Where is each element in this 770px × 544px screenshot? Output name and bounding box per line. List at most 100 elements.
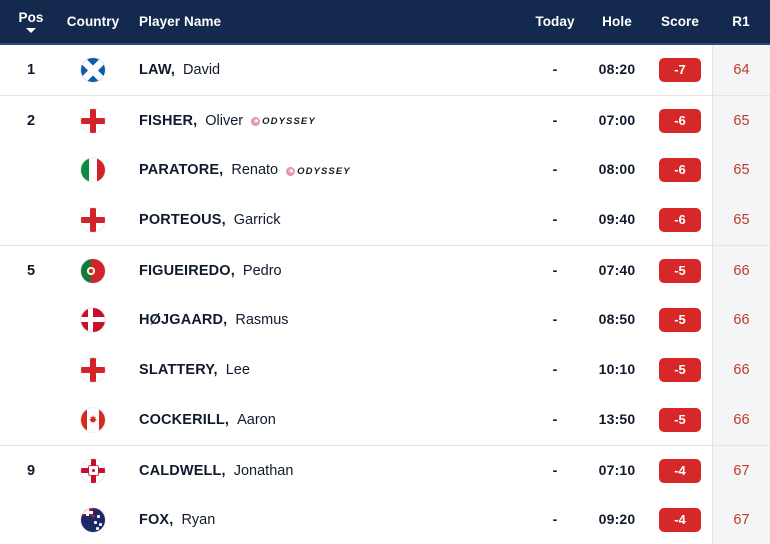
column-header-r1[interactable]: R1: [712, 0, 770, 43]
player-surname: SLATTERY,: [139, 362, 218, 378]
leaderboard-row[interactable]: PORTEOUS, Garrick - 09:40 -6 65: [0, 195, 770, 245]
leaderboard-row[interactable]: COCKERILL, Aaron - 13:50 -5 66: [0, 395, 770, 445]
column-header-today[interactable]: Today: [524, 14, 586, 29]
flag-portugal-icon: [81, 258, 105, 283]
cell-round-1: 66: [712, 246, 770, 295]
column-header-player-name[interactable]: Player Name: [124, 14, 524, 29]
leaderboard-row[interactable]: PARATORE, Renato ODYSSEY - 08:00 -6 65: [0, 145, 770, 195]
column-header-score[interactable]: Score: [648, 14, 712, 29]
cell-position: 1: [0, 61, 62, 79]
leaderboard-row[interactable]: SLATTERY, Lee - 10:10 -5 66: [0, 345, 770, 395]
cell-round-1: 66: [712, 345, 770, 395]
hole-value: 09:40: [598, 211, 636, 227]
player-firstname: Renato: [231, 162, 279, 178]
leaderboard-row[interactable]: 2 FISHER, Oliver ODYSSEY - 07:00 -6 65: [0, 95, 770, 145]
caret-down-icon[interactable]: [26, 27, 36, 33]
cell-hole: 08:20: [586, 61, 648, 79]
player-surname: COCKERILL,: [139, 412, 230, 428]
player-name: PARATORE, Renato ODYSSEY: [139, 162, 524, 178]
cell-round-1: 64: [712, 45, 770, 95]
player-surname: LAW,: [139, 62, 176, 78]
cell-hole: 09:20: [586, 511, 648, 529]
cell-today: -: [524, 311, 586, 329]
today-value: -: [552, 211, 558, 227]
cell-hole: 07:10: [586, 462, 648, 480]
player-name: FISHER, Oliver ODYSSEY: [139, 113, 524, 129]
player-firstname: Pedro: [242, 262, 282, 279]
today-value: -: [552, 161, 558, 177]
position-value: 2: [26, 112, 36, 129]
cell-player-name[interactable]: FOX, Ryan: [124, 512, 524, 528]
cell-score: -4: [648, 508, 712, 532]
odyssey-swirl-icon: [286, 166, 296, 176]
hole-value: 08:00: [598, 161, 636, 177]
cell-player-name[interactable]: FISHER, Oliver ODYSSEY: [124, 113, 524, 129]
column-header-pos-label: Pos: [18, 10, 44, 26]
score-badge: -4: [659, 508, 701, 532]
cell-player-name[interactable]: SLATTERY, Lee: [124, 362, 524, 378]
hole-value: 08:50: [598, 311, 636, 327]
cell-score: -5: [648, 258, 712, 283]
cell-player-name[interactable]: FIGUEIREDO, Pedro: [124, 263, 524, 279]
column-header-hole[interactable]: Hole: [586, 14, 648, 29]
cell-score: -6: [648, 108, 712, 133]
cell-round-1: 66: [712, 295, 770, 345]
cell-score: -7: [648, 58, 712, 82]
flag-canada-icon: [81, 408, 105, 432]
leaderboard-row[interactable]: 9 CALDWELL, Jonathan - 07:10 -4 67: [0, 445, 770, 495]
player-name: SLATTERY, Lee: [139, 362, 524, 378]
cell-player-name[interactable]: HØJGAARD, Rasmus: [124, 312, 524, 328]
score-badge: -4: [659, 458, 701, 483]
today-value: -: [552, 111, 558, 128]
leaderboard-row[interactable]: 1 LAW, David - 08:20 -7 64: [0, 45, 770, 95]
hole-value: 10:10: [598, 361, 636, 377]
player-name: FIGUEIREDO, Pedro: [139, 263, 524, 279]
cell-player-name[interactable]: PARATORE, Renato ODYSSEY: [124, 162, 524, 178]
cell-country: [62, 258, 124, 283]
cell-hole: 10:10: [586, 361, 648, 379]
player-surname: PARATORE,: [139, 162, 224, 178]
flag-england-icon: [81, 208, 105, 232]
cell-player-name[interactable]: CALDWELL, Jonathan: [124, 463, 524, 479]
column-header-pos[interactable]: Pos: [0, 10, 62, 33]
cell-player-name[interactable]: COCKERILL, Aaron: [124, 412, 524, 428]
today-value: -: [552, 61, 558, 77]
cell-today: -: [524, 61, 586, 79]
cell-today: -: [524, 511, 586, 529]
player-name: COCKERILL, Aaron: [139, 412, 524, 428]
cell-hole: 08:50: [586, 311, 648, 329]
hole-value: 08:20: [598, 61, 636, 77]
leaderboard-row[interactable]: 5 FIGUEIREDO, Pedro - 07:40 -5 66: [0, 245, 770, 295]
leaderboard-row[interactable]: FOX, Ryan - 09:20 -4 67: [0, 495, 770, 544]
player-firstname: Lee: [225, 362, 250, 378]
cell-player-name[interactable]: PORTEOUS, Garrick: [124, 212, 524, 228]
score-badge: -6: [659, 158, 701, 182]
cell-score: -5: [648, 358, 712, 382]
cell-today: -: [524, 262, 586, 280]
today-value: -: [552, 261, 558, 278]
hole-value: 13:50: [598, 411, 636, 427]
column-header-country[interactable]: Country: [62, 14, 124, 29]
player-name: FOX, Ryan: [139, 512, 524, 528]
cell-position: 2: [0, 112, 62, 130]
player-name: CALDWELL, Jonathan: [139, 463, 524, 479]
score-badge: -5: [659, 358, 701, 382]
cell-hole: 08:00: [586, 161, 648, 179]
flag-england-icon: [81, 358, 105, 382]
today-value: -: [552, 361, 558, 377]
player-firstname: Aaron: [237, 412, 276, 428]
cell-country: [62, 208, 124, 232]
cell-score: -6: [648, 158, 712, 182]
player-firstname: Garrick: [233, 212, 281, 228]
score-badge: -5: [659, 258, 701, 283]
flag-england-icon: [81, 108, 105, 133]
cell-round-1: 65: [712, 195, 770, 245]
hole-value: 07:00: [598, 111, 636, 128]
cell-country: [62, 158, 124, 182]
leaderboard-row[interactable]: HØJGAARD, Rasmus - 08:50 -5 66: [0, 295, 770, 345]
player-firstname: Ryan: [181, 512, 216, 528]
cell-player-name[interactable]: LAW, David: [124, 62, 524, 78]
cell-country: [62, 108, 124, 133]
player-surname: PORTEOUS,: [139, 212, 226, 228]
sponsor-odyssey-logo: ODYSSEY: [251, 116, 316, 127]
